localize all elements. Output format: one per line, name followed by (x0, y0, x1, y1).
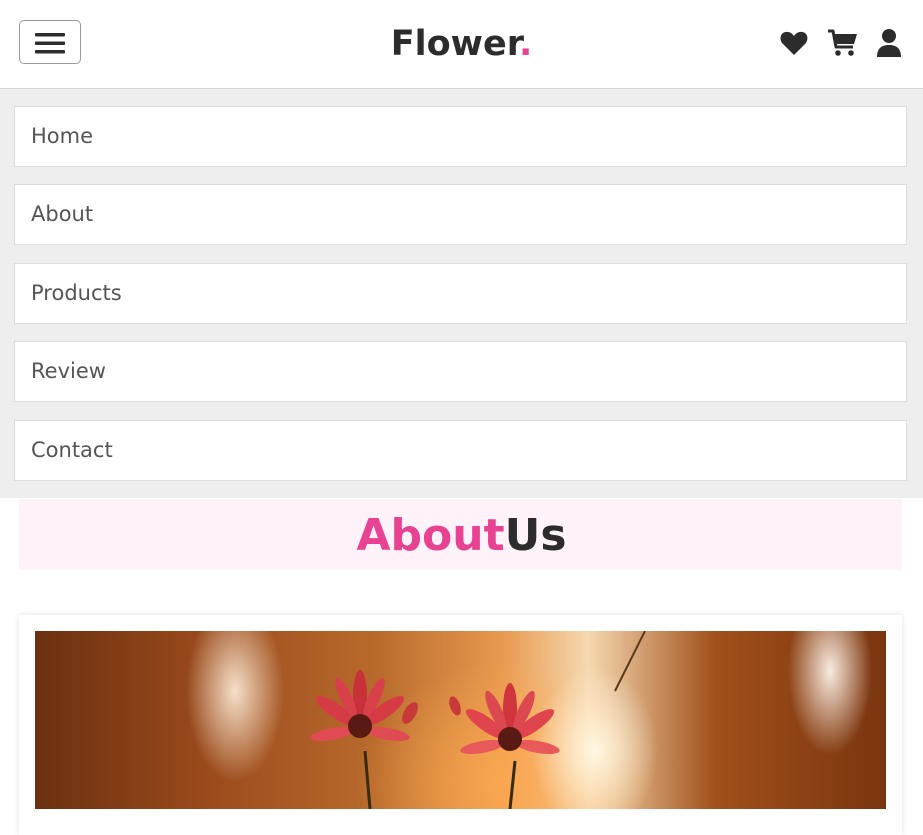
nav-item-review[interactable]: Review (14, 341, 907, 402)
about-flower-image (35, 631, 886, 809)
logo-text: Flower (390, 24, 519, 64)
about-heading-rest: Us (504, 510, 567, 561)
nav-menu: Home About Products Review Contact (0, 89, 923, 498)
header-icons (779, 26, 905, 60)
user-icon[interactable] (875, 28, 905, 58)
flower-illustration (310, 631, 646, 809)
nav-item-products[interactable]: Products (14, 263, 907, 324)
about-heading: AboutUs (0, 508, 923, 564)
nav-item-home[interactable]: Home (14, 106, 907, 167)
nav-item-about[interactable]: About (14, 184, 907, 245)
nav-item-contact[interactable]: Contact (14, 420, 907, 481)
heart-icon[interactable] (779, 28, 809, 58)
logo-dot: . (519, 24, 533, 64)
header: Flower. (0, 0, 923, 89)
about-heading-highlight: About (356, 510, 505, 561)
cart-icon[interactable] (827, 28, 857, 58)
